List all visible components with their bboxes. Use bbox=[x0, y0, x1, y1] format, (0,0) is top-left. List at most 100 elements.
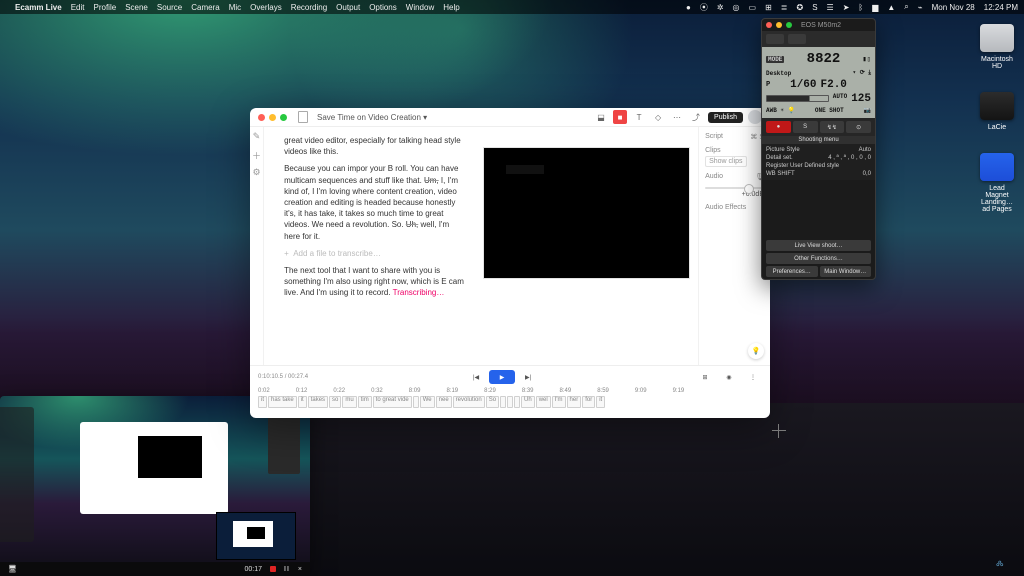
status-tray-icon[interactable]: ⊞ bbox=[765, 3, 772, 12]
main-window-button[interactable]: Main Window… bbox=[820, 266, 872, 277]
text-tool-button[interactable]: T bbox=[632, 110, 646, 124]
settings-icon[interactable]: ⚙ bbox=[251, 167, 263, 179]
filler-word[interactable]: Uh, bbox=[406, 220, 418, 229]
ecamm-stop-button[interactable]: × bbox=[298, 566, 302, 573]
menu-help[interactable]: Help bbox=[443, 3, 459, 12]
prev-button[interactable]: |◀ bbox=[467, 370, 485, 384]
dock-app-icon[interactable]: 🝆 bbox=[996, 554, 1010, 568]
status-tray-icon[interactable]: ◎ bbox=[733, 3, 740, 12]
status-tray-icon[interactable]: ▭ bbox=[749, 3, 757, 12]
timeline-view-icon[interactable]: ⊞ bbox=[696, 370, 714, 384]
camera-control-window[interactable]: EOS M50m2 MODE8822▮▯ Desktop▾ ⟳ ⤓ P1/60 … bbox=[761, 18, 876, 280]
descript-titlebar[interactable]: Save Time on Video Creation ▾ ⬓ ■ T ◇ ⋯ … bbox=[250, 108, 770, 127]
live-view-button[interactable]: Live View shoot… bbox=[766, 240, 871, 251]
menubar-date[interactable]: Mon Nov 28 bbox=[932, 3, 975, 12]
publish-button[interactable]: Publish bbox=[708, 112, 743, 123]
status-tray-icon[interactable]: ✪ bbox=[796, 3, 803, 12]
menubar-time[interactable]: 12:24 PM bbox=[984, 3, 1018, 12]
preview-pip[interactable] bbox=[216, 512, 296, 560]
zoom-button[interactable] bbox=[280, 114, 287, 121]
marker-icon[interactable]: ◉ bbox=[720, 370, 738, 384]
close-button[interactable] bbox=[258, 114, 265, 121]
app-menu[interactable]: Ecamm Live bbox=[15, 3, 62, 12]
user-avatar[interactable] bbox=[748, 110, 762, 124]
zoom-button[interactable] bbox=[786, 22, 792, 28]
record-button[interactable]: ■ bbox=[613, 110, 627, 124]
menu-row[interactable]: WB SHIFT0,0 bbox=[766, 170, 871, 178]
camera-record-button[interactable]: ● bbox=[766, 121, 791, 133]
preferences-button[interactable]: Preferences… bbox=[766, 266, 818, 277]
battery-icon[interactable]: ▆ bbox=[872, 3, 878, 12]
control-center-icon[interactable]: ⌁ bbox=[918, 3, 923, 12]
share-icon[interactable]: ⤴ bbox=[689, 110, 703, 124]
menu-overlays[interactable]: Overlays bbox=[250, 3, 282, 12]
timeline-ruler[interactable]: 0:020:120:220:328:098:198:298:398:498:59… bbox=[258, 388, 762, 394]
word-clips-track[interactable]: ithas takeittakessomutimto great videWen… bbox=[258, 396, 762, 408]
status-tray-icon[interactable]: S bbox=[812, 3, 817, 12]
menu-output[interactable]: Output bbox=[336, 3, 360, 12]
status-tray-icon[interactable]: ✲ bbox=[717, 3, 724, 12]
ecamm-pause-button[interactable]: II bbox=[284, 566, 290, 573]
volume-lacie[interactable]: LaCie bbox=[978, 92, 1016, 131]
document-title[interactable]: Save Time on Video Creation ▾ bbox=[317, 113, 427, 122]
add-icon[interactable]: ＋ bbox=[251, 149, 263, 161]
menu-profile[interactable]: Profile bbox=[94, 3, 117, 12]
edit-icon[interactable]: ✎ bbox=[251, 131, 263, 143]
menu-mic[interactable]: Mic bbox=[229, 3, 241, 12]
volume-slider[interactable] bbox=[705, 187, 764, 189]
audio-effects-section[interactable]: Audio Effects bbox=[705, 204, 746, 211]
more-icon[interactable]: ⋯ bbox=[670, 110, 684, 124]
status-tray-icon[interactable]: ≣ bbox=[781, 3, 788, 12]
next-button[interactable]: ▶| bbox=[519, 370, 537, 384]
layout-toggle-icon[interactable]: ⬓ bbox=[594, 110, 608, 124]
minimize-button[interactable] bbox=[269, 114, 276, 121]
ecamm-record-button[interactable] bbox=[270, 566, 276, 572]
menu-camera[interactable]: Camera bbox=[191, 3, 219, 12]
status-rec-icon[interactable]: ● bbox=[686, 3, 691, 12]
menu-row[interactable]: Detail set.4 , ª , ª , 0 , 0 , 0 bbox=[766, 154, 871, 162]
play-button[interactable]: ▶ bbox=[489, 370, 515, 384]
descript-window[interactable]: Save Time on Video Creation ▾ ⬓ ■ T ◇ ⋯ … bbox=[250, 108, 770, 418]
add-file-placeholder[interactable]: + Add a file to transcribe… bbox=[284, 248, 467, 259]
exposure-comp-bar[interactable] bbox=[766, 95, 829, 102]
clips-section[interactable]: Clips bbox=[705, 147, 721, 154]
ecamm-preview-window[interactable]: 🖥 00:17 II × bbox=[0, 396, 310, 576]
status-tray-icon[interactable]: ➤ bbox=[843, 3, 850, 12]
more-icon[interactable]: ⋮ bbox=[744, 370, 762, 384]
file-pages[interactable]: Lead Magnet Landing…ad Pages bbox=[978, 153, 1016, 213]
aperture-value[interactable]: F2.0 bbox=[821, 79, 847, 91]
help-lightbulb-icon[interactable]: 💡 bbox=[748, 343, 764, 359]
menu-row[interactable]: Picture StyleAuto bbox=[766, 146, 871, 154]
menu-edit[interactable]: Edit bbox=[71, 3, 85, 12]
shutter-speed[interactable]: 1/60 bbox=[790, 79, 816, 91]
wifi-icon[interactable]: ▲ bbox=[887, 3, 895, 12]
mode-button[interactable] bbox=[788, 34, 806, 44]
minimize-button[interactable] bbox=[776, 22, 782, 28]
volume-macintosh-hd[interactable]: Macintosh HD bbox=[978, 24, 1016, 70]
other-functions-button[interactable]: Other Functions… bbox=[766, 253, 871, 264]
camera-timer-button[interactable]: S bbox=[793, 121, 818, 133]
show-clips-toggle[interactable]: Show clips bbox=[705, 156, 746, 167]
ecamm-side-panel[interactable] bbox=[0, 407, 34, 542]
menu-scene[interactable]: Scene bbox=[125, 3, 148, 12]
filler-word[interactable]: Um, bbox=[424, 176, 439, 185]
transcript-editor[interactable]: great video editor, especially for talki… bbox=[264, 127, 475, 365]
menu-options[interactable]: Options bbox=[369, 3, 397, 12]
bluetooth-icon[interactable]: ᛒ bbox=[858, 3, 863, 12]
camera-bracket-button[interactable]: ↯↯ bbox=[820, 121, 845, 133]
status-tray-icon[interactable]: ⦿ bbox=[700, 2, 708, 13]
menu-row[interactable]: Register User Defined style bbox=[766, 162, 871, 170]
camera-af-button[interactable]: ⊙ bbox=[846, 121, 871, 133]
mode-button[interactable] bbox=[766, 34, 784, 44]
shapes-icon[interactable]: ◇ bbox=[651, 110, 665, 124]
menu-recording[interactable]: Recording bbox=[291, 3, 327, 12]
camera-window-titlebar[interactable]: EOS M50m2 bbox=[762, 19, 875, 31]
menu-source[interactable]: Source bbox=[157, 3, 182, 12]
search-icon[interactable]: ⌕ bbox=[904, 2, 908, 12]
status-tray-icon[interactable]: ☰ bbox=[827, 3, 834, 12]
ecamm-source-icon[interactable]: 🖥 bbox=[8, 565, 17, 573]
iso-value[interactable]: 125 bbox=[851, 93, 871, 105]
menu-window[interactable]: Window bbox=[406, 3, 434, 12]
close-button[interactable] bbox=[766, 22, 772, 28]
script-section[interactable]: Script bbox=[705, 133, 723, 141]
